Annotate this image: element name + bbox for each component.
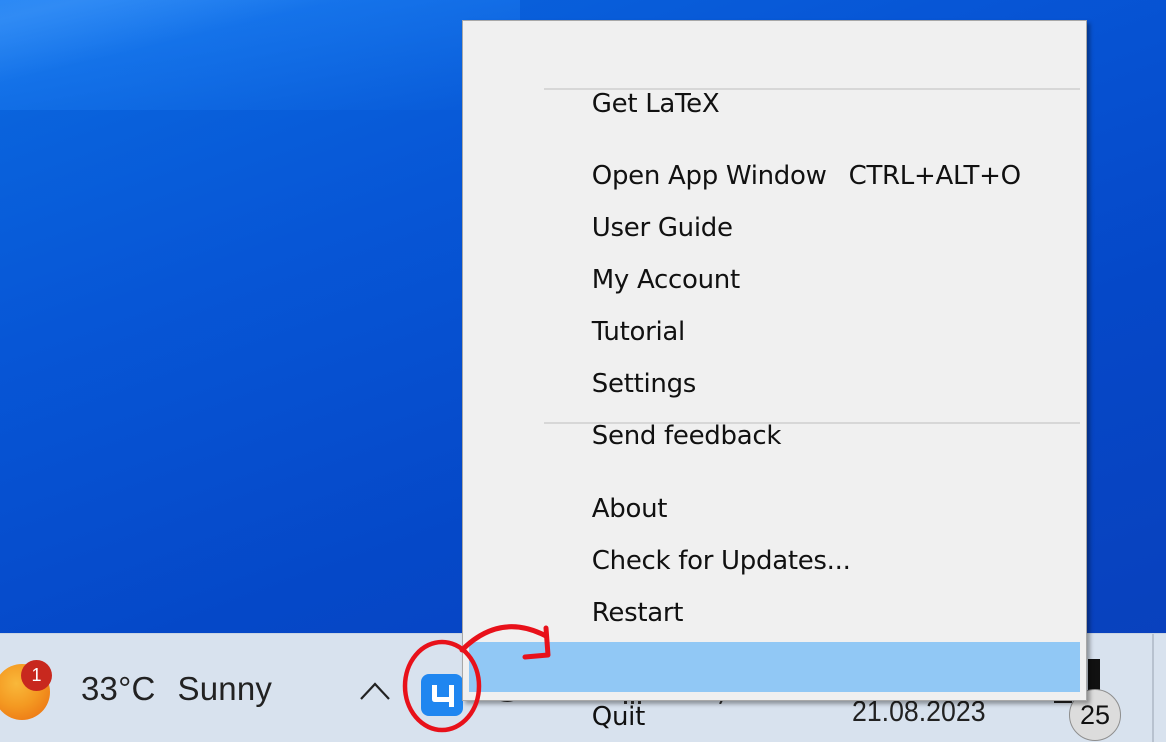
menu-item-send-feedback[interactable]: Send feedback xyxy=(469,361,1080,451)
mathpix-tray-icon[interactable] xyxy=(421,674,463,716)
menu-item-quit[interactable]: Quit xyxy=(469,642,1080,732)
weather-notification-badge: 1 xyxy=(21,660,52,691)
weather-temperature: 33°C xyxy=(81,670,156,707)
menu-item-settings[interactable]: Settings xyxy=(469,309,1080,399)
mathpix-logo-icon xyxy=(432,685,454,707)
show-desktop-button[interactable] xyxy=(1152,634,1154,742)
chevron-up-icon[interactable] xyxy=(358,678,392,702)
menu-item-logout[interactable]: Logout xyxy=(469,590,1080,680)
menu-item-get-latex[interactable]: Get LaTeX xyxy=(469,29,1080,119)
menu-item-about[interactable]: About xyxy=(469,434,1080,524)
menu-item-my-account[interactable]: My Account xyxy=(469,205,1080,295)
weather-widget[interactable]: 1 xyxy=(0,660,52,720)
menu-item-user-guide[interactable]: User Guide xyxy=(469,153,1080,243)
menu-item-tutorial[interactable]: Tutorial xyxy=(469,257,1080,347)
menu-item-restart[interactable]: Restart xyxy=(469,538,1080,628)
menu-separator xyxy=(544,88,1080,90)
menu-item-check-for-updates[interactable]: Check for Updates... xyxy=(469,486,1080,576)
menu-item-label: Quit xyxy=(591,702,645,732)
weather-text[interactable]: 33°C Sunny xyxy=(81,670,272,708)
clock-time-partial xyxy=(1088,659,1100,693)
menu-separator xyxy=(544,422,1080,424)
tray-context-menu: Get LaTeX Open App Window CTRL+ALT+O User… xyxy=(462,20,1087,732)
weather-condition: Sunny xyxy=(177,670,273,707)
desktop-background: 1 33°C Sunny 21.08.2023 25 Get LaTeX Ope… xyxy=(0,0,1166,742)
menu-item-open-app-window[interactable]: Open App Window CTRL+ALT+O xyxy=(469,101,1080,191)
